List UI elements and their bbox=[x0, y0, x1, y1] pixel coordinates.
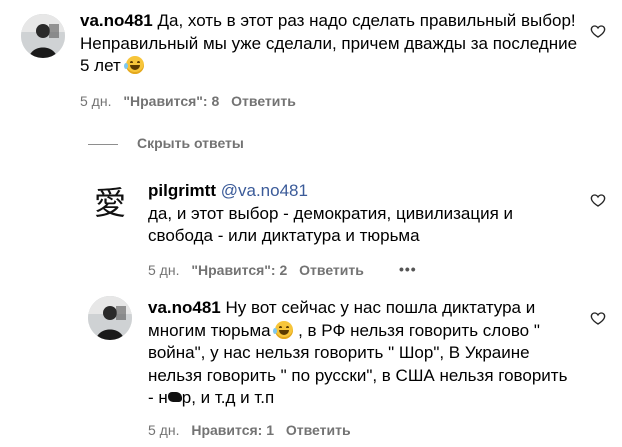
comment-body-part3: р, и т.д и т.п bbox=[181, 388, 275, 407]
comment-meta: 5 дн. "Нравится": 8 Ответить bbox=[80, 93, 304, 109]
grinning-sweat-emoji-icon bbox=[123, 56, 144, 74]
censor-mark bbox=[167, 392, 182, 402]
reply-button[interactable]: Ответить bbox=[299, 262, 364, 278]
grinning-sweat-emoji-icon bbox=[273, 320, 294, 339]
comment-text: pilgrimtt @va.no481 да, и этот выбор - д… bbox=[148, 180, 548, 248]
heart-outline-icon[interactable] bbox=[590, 192, 606, 208]
mention-link[interactable]: @va.no481 bbox=[221, 181, 308, 200]
heart-outline-icon[interactable] bbox=[590, 310, 606, 326]
comment-text: va.no481 Да, хоть в этот раз надо сделат… bbox=[80, 10, 580, 78]
reply-button[interactable]: Ответить bbox=[286, 422, 351, 438]
comment-meta: 5 дн. Нравится: 1 Ответить bbox=[148, 422, 359, 438]
svg-text:愛: 愛 bbox=[94, 184, 126, 222]
comment-username[interactable]: pilgrimtt bbox=[148, 181, 216, 200]
comment-age: 5 дн. bbox=[148, 262, 180, 278]
comment-username[interactable]: va.no481 bbox=[80, 11, 153, 30]
avatar[interactable] bbox=[88, 296, 132, 340]
hide-replies-button[interactable]: Скрыть ответы bbox=[137, 135, 244, 151]
replies-divider bbox=[88, 144, 118, 145]
comment-likes-count[interactable]: "Нравится": 8 bbox=[123, 93, 219, 109]
comment-age: 5 дн. bbox=[80, 93, 112, 109]
comment-meta: 5 дн. "Нравится": 2 Ответить bbox=[148, 262, 372, 278]
reply-button[interactable]: Ответить bbox=[231, 93, 296, 109]
avatar[interactable] bbox=[21, 14, 65, 58]
comment-body: Да, хоть в этот раз надо сделать правиль… bbox=[80, 11, 578, 75]
more-options-icon[interactable]: ••• bbox=[399, 261, 417, 277]
comment-likes-count[interactable]: "Нравится": 2 bbox=[191, 262, 287, 278]
comment-username[interactable]: va.no481 bbox=[148, 298, 221, 317]
heart-outline-icon[interactable] bbox=[590, 23, 606, 39]
comment-text: va.no481 Ну вот сейчас у нас пошла дикта… bbox=[148, 297, 573, 410]
comment-body: да, и этот выбор - демократия, цивилизац… bbox=[148, 203, 514, 246]
comment-likes-count[interactable]: Нравится: 1 bbox=[191, 422, 274, 438]
avatar[interactable]: 愛 bbox=[88, 180, 132, 224]
comment-age: 5 дн. bbox=[148, 422, 180, 438]
